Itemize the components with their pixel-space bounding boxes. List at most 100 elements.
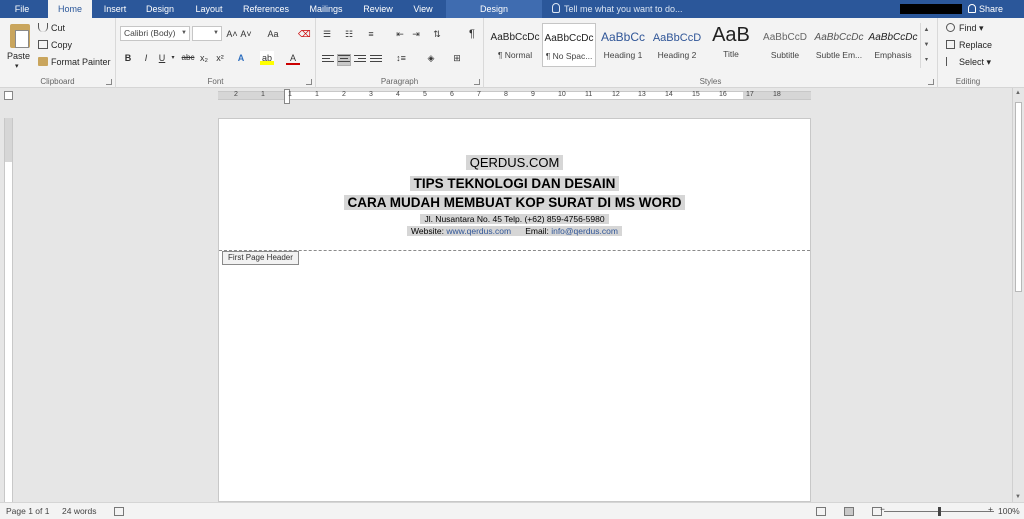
cut-button[interactable]: Cut xyxy=(38,23,65,33)
style-title[interactable]: AaB Title xyxy=(704,23,758,67)
sort-button[interactable]: ⇅ xyxy=(430,27,444,41)
subscript-button[interactable]: x₂ xyxy=(198,51,210,65)
clear-formatting-button[interactable]: ⌫ xyxy=(298,27,311,41)
shrink-font-button[interactable]: A˅ xyxy=(240,27,252,41)
ruler-tick-label: 9 xyxy=(531,91,535,98)
shading-button[interactable]: ◈ xyxy=(422,51,440,65)
align-center-button[interactable] xyxy=(337,54,351,66)
justify-button[interactable] xyxy=(370,55,382,65)
scroll-thumb[interactable] xyxy=(1015,102,1022,292)
style-name: Emphasis xyxy=(874,50,912,60)
paragraph-dialog-launcher[interactable] xyxy=(474,79,480,85)
change-case-button[interactable]: Aa xyxy=(264,27,282,41)
paste-dropdown-arrow[interactable]: ▾ xyxy=(15,62,19,70)
gallery-up-button[interactable]: ▲ xyxy=(921,23,932,38)
replace-button[interactable]: Replace xyxy=(946,40,992,50)
header-boundary xyxy=(219,250,810,251)
borders-button[interactable]: ⊞ xyxy=(448,51,466,65)
superscript-button[interactable]: x² xyxy=(214,51,226,65)
find-button[interactable]: Find ▾ xyxy=(946,23,984,34)
gallery-more-button[interactable]: ▾ xyxy=(921,53,932,68)
zoom-slider-knob[interactable] xyxy=(938,507,941,516)
header-line-tagline[interactable]: TIPS TEKNOLOGI DAN DESAIN xyxy=(219,176,810,191)
style-subtitle[interactable]: AaBbCcD Subtitle xyxy=(758,23,812,67)
horizontal-ruler[interactable]: 2 1 1 1 2 3 4 5 6 7 8 9 10 11 12 13 14 15 16 17 18 xyxy=(218,89,811,104)
italic-button[interactable]: I xyxy=(140,51,152,65)
print-layout-icon[interactable] xyxy=(844,507,854,516)
tab-view[interactable]: View xyxy=(404,0,442,18)
grow-font-button[interactable]: A˄ xyxy=(226,27,238,41)
multilevel-list-button[interactable]: ≡ xyxy=(364,27,378,41)
style-no-spacing[interactable]: AaBbCcDc ¶ No Spac... xyxy=(542,23,596,67)
vertical-ruler[interactable] xyxy=(4,118,13,502)
style-sample: AaBbCcDc xyxy=(544,33,594,44)
vertical-scrollbar[interactable]: ▲ ▼ xyxy=(1012,88,1024,502)
tab-header-footer-design[interactable]: Design xyxy=(446,0,542,18)
numbering-button[interactable]: ☷ xyxy=(342,27,356,41)
highlight-color-button[interactable]: ab xyxy=(260,51,274,65)
tab-references[interactable]: References xyxy=(238,0,294,18)
tab-design[interactable]: Design xyxy=(142,0,178,18)
format-painter-button[interactable]: Format Painter xyxy=(38,57,111,67)
select-button[interactable]: Select ▾ xyxy=(946,57,991,68)
scroll-up-arrow[interactable]: ▲ xyxy=(1015,90,1021,96)
email-link[interactable]: info@qerdus.com xyxy=(551,226,618,236)
zoom-out-button[interactable]: − xyxy=(880,504,885,514)
underline-dropdown[interactable]: ▾ xyxy=(170,51,176,65)
decrease-indent-button[interactable]: ⇤ xyxy=(394,27,406,41)
clipboard-dialog-launcher[interactable] xyxy=(106,79,112,85)
header-line-site[interactable]: QERDUS.COM xyxy=(219,155,810,170)
bullets-button[interactable]: ☰ xyxy=(320,27,334,41)
word-count[interactable]: 24 words xyxy=(62,506,97,516)
gallery-down-button[interactable]: ▼ xyxy=(921,38,932,53)
website-link[interactable]: www.qerdus.com xyxy=(446,226,511,236)
align-right-button[interactable] xyxy=(354,55,366,65)
bold-button[interactable]: B xyxy=(122,51,134,65)
show-formatting-button[interactable]: ¶ xyxy=(466,27,478,41)
copy-icon xyxy=(38,40,48,49)
tab-mailings[interactable]: Mailings xyxy=(302,0,350,18)
font-size-dropdown[interactable]: ▼ xyxy=(192,26,222,41)
proofing-icon[interactable] xyxy=(114,507,124,516)
font-dialog-launcher[interactable] xyxy=(306,79,312,85)
text-effects-button[interactable]: A xyxy=(234,51,248,65)
paste-button-label[interactable]: Paste xyxy=(7,51,30,61)
tab-review[interactable]: Review xyxy=(358,0,398,18)
style-emphasis[interactable]: AaBbCcDc Emphasis xyxy=(866,23,920,67)
tab-file[interactable]: File xyxy=(6,0,38,18)
zoom-in-button[interactable]: + xyxy=(988,504,993,514)
tab-home[interactable]: Home xyxy=(48,0,92,18)
document-page[interactable]: QERDUS.COM TIPS TEKNOLOGI DAN DESAIN CAR… xyxy=(218,118,811,502)
tab-insert[interactable]: Insert xyxy=(98,0,132,18)
share-button[interactable]: Share xyxy=(968,0,1003,18)
style-subtle-emphasis[interactable]: AaBbCcDc Subtle Em... xyxy=(812,23,866,67)
styles-dialog-launcher[interactable] xyxy=(928,79,934,85)
header-line-address[interactable]: Jl. Nusantara No. 45 Telp. (+62) 859-475… xyxy=(219,214,810,224)
header-line-contact[interactable]: Website: www.qerdus.com Email: info@qerd… xyxy=(219,226,810,236)
tell-me-box[interactable]: Tell me what you want to do... xyxy=(552,0,683,18)
tab-layout[interactable]: Layout xyxy=(190,0,228,18)
page-count[interactable]: Page 1 of 1 xyxy=(6,506,49,516)
ruler-tick-label: 11 xyxy=(585,91,593,98)
style-heading-1[interactable]: AaBbCc Heading 1 xyxy=(596,23,650,67)
paste-icon[interactable] xyxy=(10,24,30,48)
user-account-redacted[interactable] xyxy=(900,4,962,14)
strikethrough-button[interactable]: abc xyxy=(180,51,196,65)
style-heading-2[interactable]: AaBbCcD Heading 2 xyxy=(650,23,704,67)
ruler-tick-label: 13 xyxy=(638,91,646,98)
zoom-level[interactable]: 100% xyxy=(998,506,1020,516)
font-color-button[interactable]: A xyxy=(286,51,300,65)
increase-indent-button[interactable]: ⇥ xyxy=(410,27,422,41)
underline-button[interactable]: U xyxy=(156,51,168,65)
style-sample: AaBbCcDc xyxy=(868,32,918,43)
header-line-title[interactable]: CARA MUDAH MEMBUAT KOP SURAT DI MS WORD xyxy=(219,195,810,210)
copy-button[interactable]: Copy xyxy=(38,40,72,50)
scroll-down-arrow[interactable]: ▼ xyxy=(1015,494,1021,500)
ruler-tick-label: 7 xyxy=(477,91,481,98)
align-left-button[interactable] xyxy=(322,55,334,65)
font-name-dropdown[interactable]: Calibri (Body) ▼ xyxy=(120,26,190,41)
line-spacing-button[interactable]: ↕≡ xyxy=(392,51,410,65)
style-normal[interactable]: AaBbCcDc ¶ Normal xyxy=(488,23,542,67)
read-mode-icon[interactable] xyxy=(816,507,826,516)
tab-selector[interactable] xyxy=(4,91,13,100)
